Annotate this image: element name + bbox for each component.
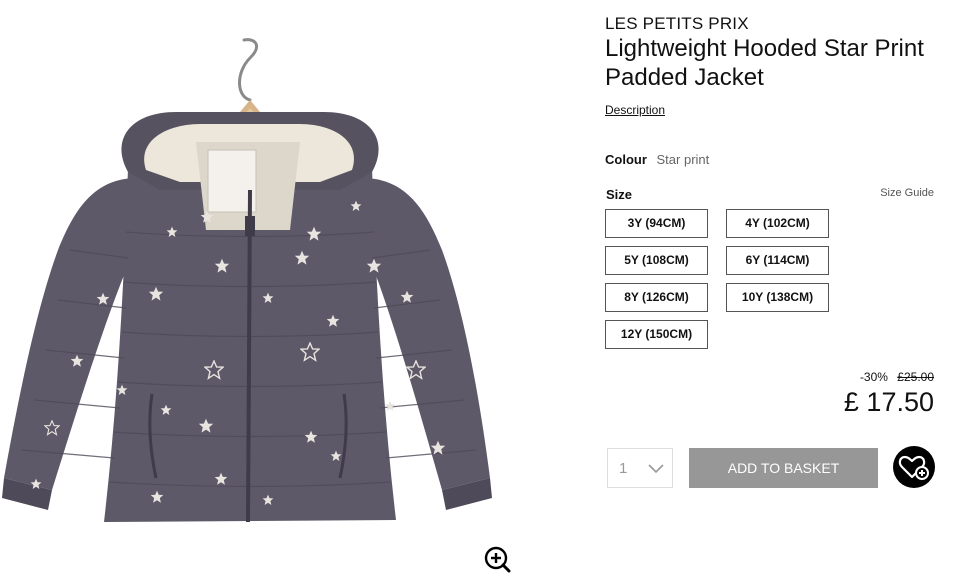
chevron-down-icon (648, 464, 664, 474)
wishlist-button[interactable] (893, 446, 935, 488)
size-label: Size (606, 187, 633, 202)
product-title: Lightweight Hooded Star Print Padded Jac… (605, 35, 924, 91)
product-image-area (0, 0, 580, 573)
add-to-basket-button[interactable]: ADD TO BASKET (689, 448, 878, 488)
brand-name: LES PETITS PRIX (605, 14, 749, 33)
discount-badge: -30% (859, 370, 888, 384)
size-option-4y[interactable]: 4Y (102CM) (726, 209, 829, 238)
zoom-in-icon[interactable] (483, 545, 511, 573)
description-link[interactable]: Description (605, 103, 665, 117)
discount-row: -30% £25.00 (860, 370, 934, 384)
heart-plus-icon (898, 455, 929, 480)
product-image[interactable] (0, 0, 580, 570)
quantity-select[interactable]: 1 (607, 448, 673, 488)
colour-row: Colour Star print (605, 152, 709, 167)
colour-label: Colour (605, 152, 647, 167)
size-option-5y[interactable]: 5Y (108CM) (605, 246, 708, 275)
size-option-8y[interactable]: 8Y (126CM) (605, 283, 708, 312)
quantity-value: 1 (619, 460, 628, 477)
size-guide-link[interactable]: Size Guide (880, 187, 934, 199)
current-price: £ 17.50 (843, 387, 934, 417)
size-option-6y[interactable]: 6Y (114CM) (726, 246, 829, 275)
old-price: £25.00 (897, 370, 934, 384)
colour-value: Star print (656, 152, 710, 167)
size-option-3y[interactable]: 3Y (94CM) (605, 209, 708, 238)
size-option-12y[interactable]: 12Y (150CM) (605, 320, 708, 349)
size-option-10y[interactable]: 10Y (138CM) (726, 283, 829, 312)
